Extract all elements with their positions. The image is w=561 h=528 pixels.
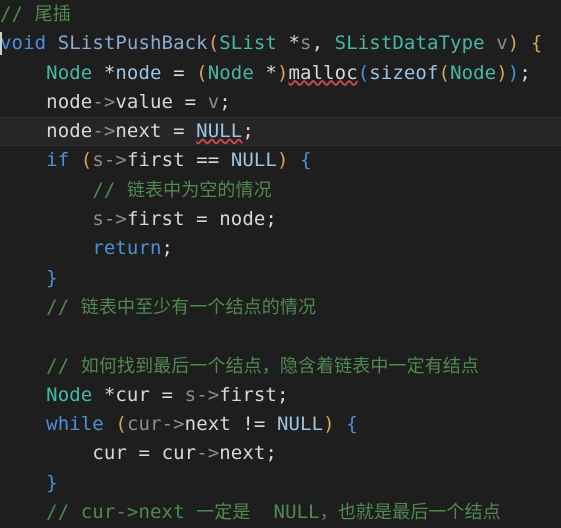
- var-s: s: [184, 383, 197, 406]
- var-v: v: [207, 90, 220, 113]
- code-line[interactable]: if (s->first == NULL) {: [0, 146, 561, 175]
- code-line-current[interactable]: node->next = NULL;: [0, 117, 561, 147]
- field-next: next: [219, 442, 266, 465]
- var-s: s: [92, 149, 104, 172]
- var-cur: cur: [126, 413, 162, 436]
- var-node: node: [219, 208, 266, 231]
- field-value: value: [115, 90, 174, 113]
- macro-null: NULL: [196, 120, 243, 143]
- code-line[interactable]: // 链表中至少有一个结点的情况: [0, 293, 561, 322]
- code-line[interactable]: // 尾插: [0, 0, 561, 29]
- param-s: s: [300, 32, 312, 55]
- macro-null: NULL: [276, 413, 324, 436]
- var-s: s: [92, 208, 104, 231]
- keyword-while: while: [46, 413, 104, 436]
- code-line-empty[interactable]: [0, 322, 561, 351]
- code-line[interactable]: void SListPushBack(SList *s, SListDataTy…: [0, 29, 561, 58]
- code-line[interactable]: s->first = node;: [0, 205, 561, 234]
- comment-token: // cur->next 一定是 NULL，也就是最后一个结点: [46, 501, 501, 524]
- var-node: node: [46, 90, 93, 113]
- comment-token: // 如何找到最后一个结点，隐含着链表中一定有结点: [46, 354, 479, 377]
- keyword-void: void: [0, 32, 47, 55]
- keyword-if: if: [46, 149, 70, 172]
- comment-token: // 链表中为空的情况: [92, 178, 272, 201]
- var-node: node: [115, 61, 162, 84]
- code-line[interactable]: // 如何找到最后一个结点，隐含着链表中一定有结点: [0, 352, 561, 381]
- code-line[interactable]: return;: [0, 234, 561, 263]
- code-line[interactable]: while (cur->next != NULL) {: [0, 410, 561, 439]
- code-line[interactable]: // 链表中为空的情况: [0, 176, 561, 205]
- keyword-return: return: [92, 237, 162, 260]
- code-line[interactable]: // cur->next 一定是 NULL，也就是最后一个结点: [0, 498, 561, 527]
- var-cur: cur: [115, 383, 151, 406]
- comment-token: // 链表中至少有一个结点的情况: [46, 295, 317, 318]
- closing-brace: }: [46, 471, 58, 494]
- var-cur: cur: [92, 442, 127, 465]
- var-node: node: [46, 120, 93, 143]
- type-node: Node: [46, 61, 93, 84]
- closing-brace: }: [46, 266, 58, 289]
- param-v: v: [496, 32, 508, 55]
- var-cur: cur: [161, 442, 197, 465]
- code-line[interactable]: }: [0, 264, 561, 293]
- code-line[interactable]: cur = cur->next;: [0, 439, 561, 468]
- code-line[interactable]: node->value = v;: [0, 88, 561, 117]
- function-malloc: malloc: [288, 61, 358, 84]
- type-slistdatatype: SListDataType: [334, 32, 485, 55]
- code-line[interactable]: Node *node = (Node *)malloc(sizeof(Node)…: [0, 59, 561, 88]
- comment-token: // 尾插: [0, 3, 71, 25]
- macro-null: NULL: [230, 149, 277, 172]
- function-name: SListPushBack: [57, 32, 208, 55]
- field-first: first: [126, 208, 185, 231]
- code-line[interactable]: Node *cur = s->first;: [0, 381, 561, 410]
- field-first: first: [219, 383, 277, 406]
- field-first: first: [126, 149, 185, 172]
- field-next: next: [184, 413, 231, 436]
- text-cursor: [0, 32, 2, 56]
- field-next: next: [115, 120, 162, 143]
- type-node: Node: [46, 383, 93, 406]
- code-line[interactable]: }: [0, 469, 561, 498]
- type-slist: SList: [219, 32, 277, 55]
- code-editor[interactable]: // 尾插 void SListPushBack(SList *s, SList…: [0, 0, 561, 528]
- operator-sizeof: sizeof: [369, 61, 439, 84]
